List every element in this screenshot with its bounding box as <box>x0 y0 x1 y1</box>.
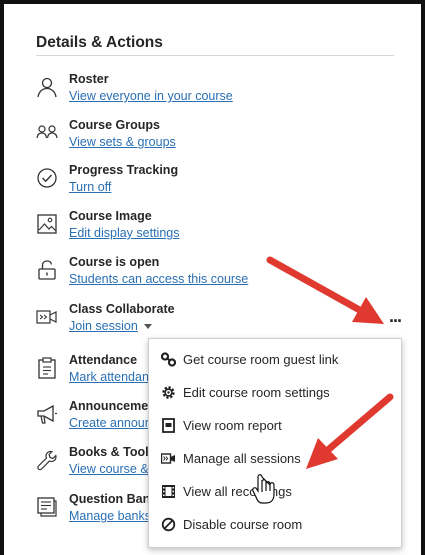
menu-label-disable-room: Disable course room <box>183 517 303 532</box>
video-icon <box>36 306 58 328</box>
question-banks-text: Question Banks Manage banks <box>69 492 155 532</box>
disable-icon <box>161 517 176 532</box>
books-tools-link[interactable]: View course & institution tools <box>69 462 155 476</box>
megaphone-icon <box>36 403 58 425</box>
roster-icon <box>36 76 58 98</box>
frame-border-right <box>421 0 425 555</box>
heading-divider <box>36 55 394 56</box>
course-image-link[interactable]: Edit display settings <box>69 226 179 240</box>
menu-label-manage-sessions: Manage all sessions <box>183 451 301 466</box>
course-open-title: Course is open <box>69 255 160 269</box>
announcements-text: Announcements Create announcement <box>69 399 155 439</box>
menu-item-room-report[interactable]: View room report <box>149 409 401 442</box>
panel-heading: Details & Actions <box>36 34 163 51</box>
attendance-link[interactable]: Mark attendance <box>69 370 155 384</box>
wrench-icon <box>36 449 58 471</box>
attendance-text: Attendance Mark attendance <box>69 353 155 393</box>
unlock-icon <box>36 259 58 281</box>
progress-tracking-item: Progress Tracking Turn off <box>36 163 376 203</box>
chevron-down-icon <box>143 324 152 330</box>
clipboard-icon <box>36 357 58 379</box>
settings-icon <box>161 385 176 400</box>
report-icon <box>161 418 176 433</box>
course-groups-item: Course Groups View sets & groups <box>36 118 376 158</box>
attendance-title: Attendance <box>69 353 138 367</box>
progress-check-icon <box>36 167 58 189</box>
collaborate-options-menu: Get course room guest link Edit course r… <box>148 338 402 548</box>
course-open-item: Course is open Students can access this … <box>36 255 376 295</box>
menu-item-edit-settings[interactable]: Edit course room settings <box>149 376 401 409</box>
film-icon <box>161 484 176 499</box>
course-image-item: Course Image Edit display settings <box>36 209 376 249</box>
image-icon <box>36 213 58 235</box>
menu-label-room-report: View room report <box>183 418 282 433</box>
announcements-link[interactable]: Create announcement <box>69 416 155 430</box>
course-image-title: Course Image <box>69 209 152 223</box>
class-collaborate-item: Class Collaborate Join session <box>36 302 376 342</box>
more-options-button[interactable]: ... <box>389 307 402 325</box>
books-tools-text: Books & Tools View course & institution … <box>69 445 155 485</box>
link-icon <box>160 352 177 367</box>
menu-label-view-recordings: View all recordings <box>183 484 292 499</box>
menu-label-edit-settings: Edit course room settings <box>183 385 330 400</box>
menu-item-disable-room[interactable]: Disable course room <box>149 508 401 541</box>
course-open-link[interactable]: Students can access this course <box>69 272 248 286</box>
menu-item-manage-sessions[interactable]: Manage all sessions <box>149 442 401 475</box>
progress-tracking-link[interactable]: Turn off <box>69 180 111 194</box>
menu-label-guest-link: Get course room guest link <box>183 352 339 367</box>
question-bank-icon <box>36 496 58 518</box>
question-banks-title: Question Banks <box>69 492 155 506</box>
question-banks-link[interactable]: Manage banks <box>69 509 151 523</box>
progress-tracking-title: Progress Tracking <box>69 163 179 177</box>
course-groups-title: Course Groups <box>69 118 160 132</box>
join-session-link[interactable]: Join session <box>69 319 152 333</box>
menu-item-guest-link[interactable]: Get course room guest link <box>149 343 401 376</box>
class-collaborate-title: Class Collaborate <box>69 302 175 316</box>
announcements-title: Announcements <box>69 399 155 413</box>
sessions-icon <box>160 451 176 466</box>
roster-item: Roster View everyone in your course <box>36 72 376 112</box>
course-groups-link[interactable]: View sets & groups <box>69 135 176 149</box>
join-session-label: Join session <box>69 319 138 333</box>
menu-item-view-recordings[interactable]: View all recordings <box>149 475 401 508</box>
course-groups-icon <box>36 122 58 144</box>
roster-title: Roster <box>69 72 109 86</box>
books-tools-title: Books & Tools <box>69 445 155 459</box>
roster-link[interactable]: View everyone in your course <box>69 89 233 103</box>
